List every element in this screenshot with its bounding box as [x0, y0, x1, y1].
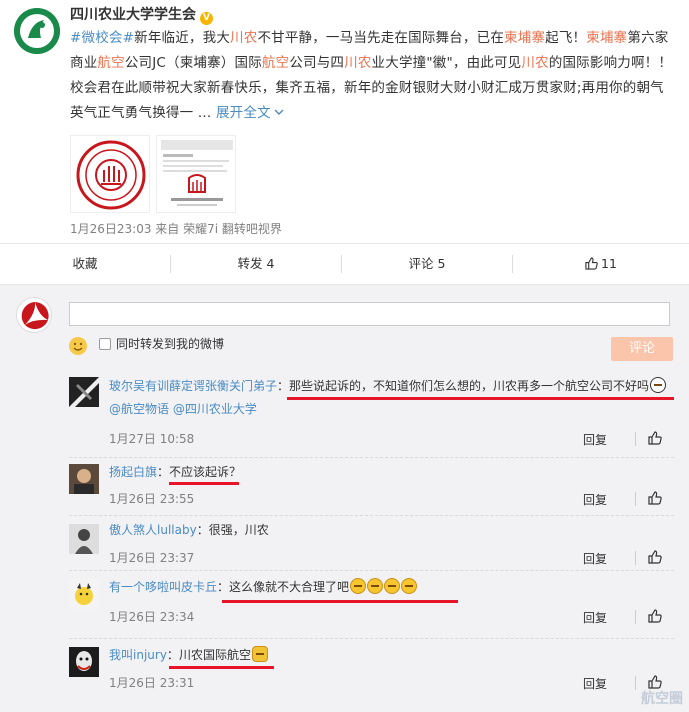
commenter-avatar[interactable] [69, 464, 99, 494]
speechless-emoji-icon [350, 578, 367, 594]
comment-item: 有一个哆啦叫皮卡丘：这么像就不大合理了吧 1月26日 23:34 回复 [69, 570, 674, 638]
highlight-keyword: 航空 [261, 55, 290, 71]
repost-checkbox[interactable] [99, 338, 111, 350]
post-text-segment: 新年临近，我大 [134, 30, 231, 46]
cat-emoji-icon [251, 646, 268, 662]
commenter-avatar[interactable] [69, 377, 99, 407]
comment-item: 玻尔吴有训薛定谔张衡关门弟子：那些说起诉的，不知道你们怎么想的，川农再多一个航空… [69, 370, 674, 450]
annotation-underline [287, 397, 674, 400]
expand-full-text-link[interactable]: 展开全文 [216, 105, 284, 121]
comment-time: 1月27日 10:58 [109, 432, 195, 446]
thumbs-up-icon[interactable] [648, 675, 662, 689]
reply-like-divider [635, 610, 636, 624]
comment-item: 我叫injury：川农国际航空 1月26日 23:31 回复 [69, 638, 674, 698]
reply-button[interactable]: 回复 [583, 491, 607, 508]
annotation-underline [222, 600, 458, 603]
post-action-bar: 收藏 转发 4 评论 5 11 [0, 243, 689, 285]
speechless-emoji-icon [367, 578, 384, 594]
highlight-keyword: 柬埔寨 [504, 30, 546, 46]
commenter-avatar[interactable] [69, 579, 99, 609]
highlight-keyword: 柬埔寨 [586, 30, 628, 46]
post-image-airline-screenshot[interactable] [156, 135, 236, 213]
comment-item: 傲人煞人lullaby：很强，川农 1月26日 23:37 回复 [69, 515, 674, 575]
emoji-icon[interactable] [69, 337, 87, 355]
comment-text-line: 扬起白旗：不应该起诉？ [109, 465, 242, 479]
post-text-segment: 公司与四 [289, 55, 345, 71]
post-meta: 1月26日23:03 来自 荣耀7i 翻转吧视界 [70, 222, 282, 236]
current-user-avatar[interactable] [16, 297, 52, 333]
comment-content: 那些说起诉的，不知道你们怎么想的，川农再多一个航空公司不好吗 [289, 379, 650, 393]
comment-content: 川农国际航空 [178, 648, 251, 662]
thumbs-up-icon[interactable] [648, 491, 662, 505]
post-image-school-seal[interactable] [70, 135, 150, 213]
post-author-name[interactable]: 四川农业大学学生会 [70, 7, 196, 23]
comment-content: 这么像就不大合理了吧 [229, 580, 350, 594]
verified-badge-icon: V [200, 12, 213, 25]
speechless-emoji-icon [401, 578, 418, 594]
reply-like-divider [635, 551, 636, 565]
commenter-name[interactable]: 扬起白旗 [109, 465, 157, 479]
commenter-name[interactable]: 有一个哆啦叫皮卡丘 [109, 580, 217, 594]
thumbs-up-icon[interactable] [648, 431, 662, 445]
reply-button[interactable]: 回复 [583, 675, 607, 692]
comment-time: 1月26日 23:37 [109, 551, 195, 565]
reply-like-divider [635, 432, 636, 446]
thumbs-up-icon [585, 257, 598, 270]
troll-face-emoji-icon [650, 377, 667, 393]
post-text-segment: 起飞！ [545, 30, 587, 46]
post-body: #微校会#新年临近，我大川农不甘平静，一马当先走在国际舞台，已在柬埔寨起飞！柬埔… [70, 26, 674, 126]
comment-mentions-line: @航空物语 @四川农业大学 [109, 399, 257, 419]
comment-item: 扬起白旗：不应该起诉？ 1月26日 23:55 回复 [69, 457, 674, 517]
reply-like-divider [635, 676, 636, 690]
repost-checkbox-label: 同时转发到我的微博 [116, 337, 225, 351]
thumbs-up-icon[interactable] [648, 550, 662, 564]
author-avatar[interactable] [14, 8, 60, 54]
annotation-underline [169, 482, 239, 485]
comment-input[interactable] [69, 302, 670, 326]
highlight-keyword: 航空 [97, 55, 125, 71]
comment-text-line: 有一个哆啦叫皮卡丘：这么像就不大合理了吧 [109, 577, 418, 597]
comment-button[interactable]: 评论 5 [342, 244, 512, 284]
post-text-segment: 业大学撞"徽"，由此可见 [371, 55, 522, 71]
post-author[interactable]: 四川农业大学学生会 V [70, 4, 213, 25]
comment-text-line: 我叫injury：川农国际航空 [109, 645, 268, 665]
chevron-down-icon [274, 109, 284, 115]
weibo-post: 四川农业大学学生会 V #微校会#新年临近，我大川农不甘平静，一马当先走在国际舞台… [0, 0, 689, 243]
reply-button[interactable]: 回复 [583, 609, 607, 626]
mention-links[interactable]: @航空物语 @四川农业大学 [109, 402, 257, 416]
comment-content: 很强，川农 [208, 523, 269, 537]
highlight-keyword: 川农 [230, 30, 258, 46]
speechless-emoji-icon [384, 578, 401, 594]
comment-content: 不应该起诉？ [169, 465, 242, 479]
annotation-underline [169, 666, 274, 669]
hashtag-link[interactable]: #微校会# [70, 30, 134, 46]
reply-button[interactable]: 回复 [583, 431, 607, 448]
repost-button[interactable]: 转发 4 [171, 244, 341, 284]
commenter-avatar[interactable] [69, 647, 99, 677]
like-count: 11 [601, 256, 617, 271]
comment-time: 1月26日 23:34 [109, 610, 195, 624]
comment-text-line: 傲人煞人lullaby：很强，川农 [109, 523, 269, 537]
comment-text-line: 玻尔吴有训薛定谔张衡关门弟子：那些说起诉的，不知道你们怎么想的，川农再多一个航空… [109, 376, 667, 396]
comment-time: 1月26日 23:31 [109, 676, 195, 690]
commenter-name[interactable]: 我叫injury [109, 648, 167, 662]
commenter-name[interactable]: 玻尔吴有训薛定谔张衡关门弟子 [109, 379, 277, 393]
post-text-segment: 公司JC（柬埔寨）国际 [124, 55, 262, 71]
comment-time: 1月26日 23:55 [109, 492, 195, 506]
submit-comment-button[interactable]: 评论 [611, 337, 673, 361]
commenter-avatar[interactable] [69, 524, 99, 554]
highlight-keyword: 川农 [521, 55, 549, 71]
expand-label[interactable]: 展开全文 [216, 105, 271, 121]
thumbs-up-icon[interactable] [648, 609, 662, 623]
favorite-button[interactable]: 收藏 [0, 244, 170, 284]
comments-section: 同时转发到我的微博 评论 玻尔吴有训薛定谔张衡关门弟子：那些说起诉的，不知道你们… [0, 285, 689, 712]
watermark: 航空圈 [641, 691, 683, 707]
reply-like-divider [635, 492, 636, 506]
post-text-segment: 不甘平静，一马当先走在国际舞台，已在 [257, 30, 505, 46]
reply-button[interactable]: 回复 [583, 550, 607, 567]
highlight-keyword: 川农 [344, 55, 372, 71]
commenter-name[interactable]: 傲人煞人lullaby [109, 523, 197, 537]
like-button[interactable]: 11 [513, 244, 689, 284]
